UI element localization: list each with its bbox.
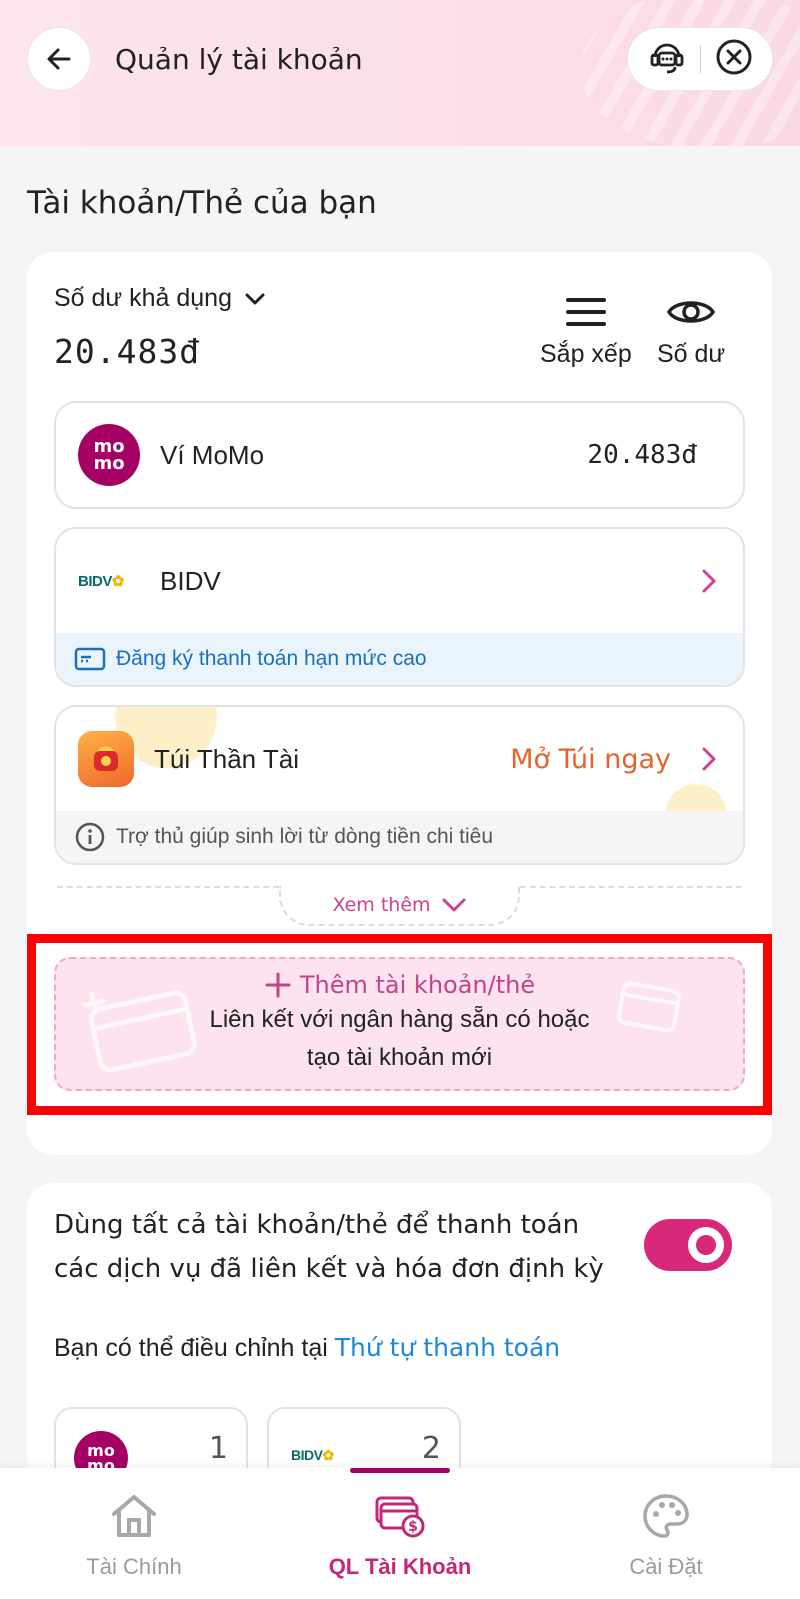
chevron-right-icon xyxy=(702,747,716,771)
auto-payment-line: Dùng tất cả tài khoản/thẻ để thanh toán xyxy=(54,1210,580,1240)
bidv-logo: BIDV✿ xyxy=(78,573,124,590)
see-more-button[interactable]: Xem thêm xyxy=(279,886,520,926)
nav-label: Tài Chính xyxy=(86,1554,182,1579)
auto-payment-card: Dùng tất cả tài khoản/thẻ để thanh toán … xyxy=(27,1183,772,1497)
balance-value: 20.483đ xyxy=(54,332,201,371)
back-button[interactable] xyxy=(27,27,91,91)
auto-payment-toggle[interactable] xyxy=(644,1219,732,1271)
menu-lines-icon xyxy=(565,298,606,326)
sort-label: Sắp xếp xyxy=(540,340,632,368)
page-title: Quản lý tài khoản xyxy=(115,43,363,76)
accounts-card: Số dư khả dụng 20.483đ Sắp xếp Số dư mo m… xyxy=(27,252,772,1155)
account-item-tui-than-tai[interactable]: Túi Thần Tài Mở Túi ngay Trợ thủ giúp si… xyxy=(54,705,745,865)
balance-label: Số dư khả dụng xyxy=(54,284,232,312)
account-name: Ví MoMo xyxy=(160,439,265,470)
bottom-nav: Tài Chính $ QL Tài Khoản Cài Đặt xyxy=(0,1468,800,1599)
back-arrow-icon xyxy=(47,48,71,70)
nav-item-account-management[interactable]: $ QL Tài Khoản xyxy=(290,1468,510,1580)
order-number: 2 xyxy=(421,1431,441,1466)
chevron-right-icon xyxy=(702,569,716,593)
strip-text: Đăng ký thanh toán hạn mức cao xyxy=(116,647,427,670)
adjust-note: Bạn có thể điều chỉnh tại Thứ tự thanh t… xyxy=(54,1333,560,1363)
close-button[interactable] xyxy=(714,37,754,82)
account-item-momo[interactable]: mo mo Ví MoMo 20.483đ xyxy=(54,401,745,509)
adjust-prefix: Bạn có thể điều chỉnh tại xyxy=(54,1334,328,1362)
order-number: 1 xyxy=(208,1431,228,1466)
eye-icon xyxy=(667,301,716,323)
info-icon xyxy=(75,822,105,852)
see-more-label: Xem thêm xyxy=(332,894,431,916)
cards-money-icon: $ xyxy=(375,1496,425,1538)
divider xyxy=(57,886,279,888)
toggle-knob xyxy=(688,1227,724,1263)
nav-label: QL Tài Khoản xyxy=(328,1554,472,1579)
divider xyxy=(520,886,742,888)
strip-text: Trợ thủ giúp sinh lời từ dòng tiền chi t… xyxy=(116,825,494,848)
balance-visibility-button[interactable]: Số dư xyxy=(657,290,725,369)
add-account-button[interactable]: Thêm tài khoản/thẻ Liên kết với ngân hàn… xyxy=(54,957,745,1091)
divider xyxy=(699,45,701,73)
section-title: Tài khoản/Thẻ của bạn xyxy=(27,185,377,221)
info-strip: Trợ thủ giúp sinh lời từ dòng tiền chi t… xyxy=(56,811,743,863)
account-name: BIDV xyxy=(160,565,221,596)
header-actions xyxy=(627,27,773,91)
chevron-down-icon xyxy=(442,898,466,912)
svg-text:$: $ xyxy=(408,1519,418,1535)
app-header: Quản lý tài khoản xyxy=(0,0,800,146)
balance-selector[interactable]: Số dư khả dụng xyxy=(54,284,268,313)
chevron-down-icon xyxy=(245,293,265,304)
support-chat-icon xyxy=(650,43,683,73)
high-limit-register-link[interactable]: Đăng ký thanh toán hạn mức cao xyxy=(56,633,743,685)
tui-than-tai-logo xyxy=(78,731,134,787)
auto-payment-text: Dùng tất cả tài khoản/thẻ để thanh toán … xyxy=(54,1203,614,1291)
nav-item-settings[interactable]: Cài Đặt xyxy=(556,1488,776,1580)
add-account-title: Thêm tài khoản/thẻ xyxy=(299,971,536,999)
palette-icon xyxy=(643,1494,689,1538)
account-item-bidv[interactable]: BIDV✿ BIDV Đăng ký thanh toán hạn mức ca… xyxy=(54,527,745,687)
account-amount: 20.483đ xyxy=(587,440,697,470)
home-icon xyxy=(112,1495,156,1537)
open-now-link[interactable]: Mở Túi ngay xyxy=(510,744,671,775)
auto-payment-line: các dịch vụ đã liên kết và hóa đơn định … xyxy=(54,1254,604,1284)
nav-label: Cài Đặt xyxy=(629,1554,703,1579)
bidv-logo: BIDV✿ xyxy=(291,1447,334,1463)
plus-icon xyxy=(265,972,291,998)
active-indicator xyxy=(350,1468,450,1473)
card-decoration-icon xyxy=(617,981,681,1033)
sort-button[interactable]: Sắp xếp xyxy=(540,290,632,369)
nav-item-finance[interactable]: Tài Chính xyxy=(24,1488,244,1580)
momo-logo: mo mo xyxy=(78,424,140,486)
account-name: Túi Thần Tài xyxy=(154,743,300,774)
card-decoration-icon xyxy=(82,990,197,1073)
card-icon xyxy=(74,647,106,671)
see-more-area: Xem thêm xyxy=(27,884,772,934)
support-button[interactable] xyxy=(647,37,687,82)
payment-order-link[interactable]: Thứ tự thanh toán xyxy=(335,1333,560,1362)
close-icon xyxy=(716,39,751,74)
balance-visibility-label: Số dư xyxy=(657,340,726,368)
